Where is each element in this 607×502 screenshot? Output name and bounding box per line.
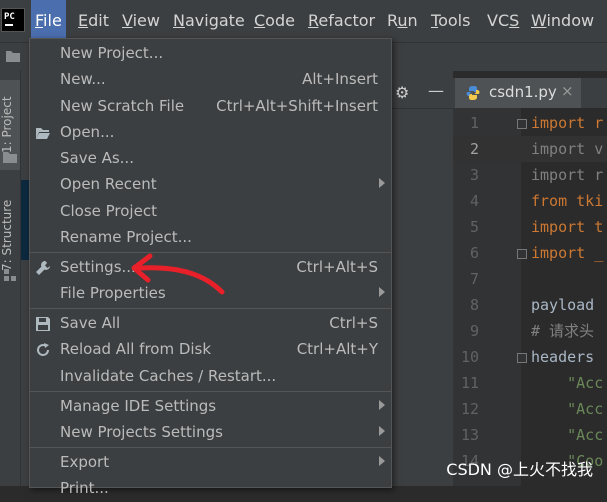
- csdn-watermark: CSDN @上火不找我: [446, 460, 593, 479]
- red-annotation-arrow: [131, 253, 225, 295]
